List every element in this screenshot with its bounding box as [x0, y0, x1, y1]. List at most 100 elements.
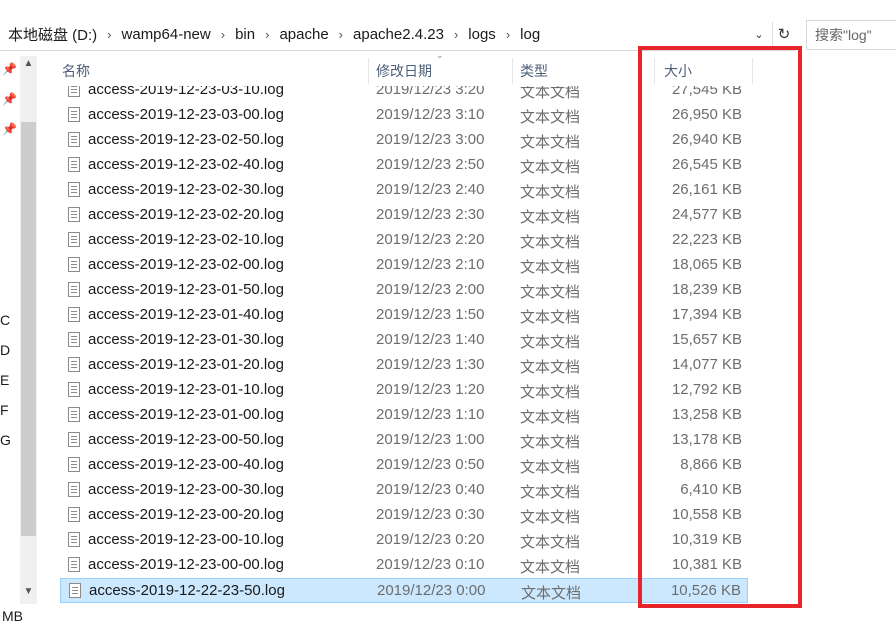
breadcrumb-item[interactable]: apache — [271, 26, 336, 43]
file-type: 文本文档 — [520, 109, 581, 126]
refresh-icon[interactable]: ↻ — [772, 22, 795, 46]
file-type: 文本文档 — [520, 209, 581, 226]
file-date: 2019/12/23 1:10 — [376, 406, 485, 423]
file-date: 2019/12/23 2:10 — [376, 256, 485, 273]
file-name: access-2019-12-23-01-50.log — [88, 281, 284, 298]
column-header-name[interactable]: 名称 — [62, 56, 362, 86]
text-file-icon — [68, 457, 80, 472]
highlight-box — [638, 46, 802, 608]
nav-scrollbar[interactable]: ▲ ▼ — [20, 56, 37, 604]
scroll-thumb[interactable] — [21, 122, 36, 536]
pin-icon[interactable]: 📌 — [2, 62, 17, 76]
file-name: access-2019-12-23-02-40.log — [88, 156, 284, 173]
text-file-icon — [68, 532, 80, 547]
breadcrumb-separator-icon[interactable]: › — [452, 27, 460, 42]
breadcrumb-separator-icon[interactable]: › — [504, 27, 512, 42]
breadcrumb-separator-icon[interactable]: › — [337, 27, 345, 42]
file-type: 文本文档 — [520, 534, 581, 551]
file-type: 文本文档 — [520, 259, 581, 276]
file-name: access-2019-12-23-00-30.log — [88, 481, 284, 498]
breadcrumb-separator-icon[interactable]: › — [219, 27, 227, 42]
file-type: 文本文档 — [520, 234, 581, 251]
text-file-icon — [68, 182, 80, 197]
scroll-down-icon[interactable]: ▼ — [20, 586, 37, 600]
file-date: 2019/12/23 0:00 — [377, 582, 486, 599]
breadcrumb-item[interactable]: bin — [227, 26, 263, 43]
pin-icon[interactable]: 📌 — [2, 122, 17, 136]
file-name: access-2019-12-23-01-20.log — [88, 356, 284, 373]
text-file-icon — [68, 482, 80, 497]
breadcrumb-item[interactable]: logs — [460, 26, 504, 43]
breadcrumb-item[interactable]: wamp64-new — [114, 26, 219, 43]
breadcrumb-item[interactable]: apache2.4.23 — [345, 26, 452, 43]
text-file-icon — [68, 107, 80, 122]
breadcrumb-item[interactable]: 本地磁盘 (D:) — [0, 24, 105, 45]
file-name: access-2019-12-23-00-40.log — [88, 456, 284, 473]
text-file-icon — [68, 332, 80, 347]
column-header-type[interactable]: 类型 — [520, 56, 630, 86]
navigation-pane[interactable]: 📌 📌 📌 C D E F G ▲ ▼ — [0, 56, 38, 623]
file-date: 2019/12/23 1:20 — [376, 381, 485, 398]
file-name: access-2019-12-23-01-40.log — [88, 306, 284, 323]
file-type: 文本文档 — [520, 309, 581, 326]
text-file-icon — [68, 507, 80, 522]
file-name: access-2019-12-23-02-00.log — [88, 256, 284, 273]
file-type: 文本文档 — [520, 459, 581, 476]
file-type: 文本文档 — [520, 484, 581, 501]
file-name: access-2019-12-23-00-20.log — [88, 506, 284, 523]
file-date: 2019/12/23 0:40 — [376, 481, 485, 498]
text-file-icon — [68, 407, 80, 422]
chevron-down-icon[interactable]: ⌄ — [748, 22, 770, 46]
file-type: 文本文档 — [520, 409, 581, 426]
text-file-icon — [69, 583, 81, 598]
file-type: 文本文档 — [520, 159, 581, 176]
nav-drive-d[interactable]: D — [0, 342, 10, 358]
file-name: access-2019-12-23-02-50.log — [88, 131, 284, 148]
text-file-icon — [68, 207, 80, 222]
file-name: access-2019-12-23-00-10.log — [88, 531, 284, 548]
breadcrumb-separator-icon[interactable]: › — [105, 27, 113, 42]
file-type: 文本文档 — [520, 509, 581, 526]
text-file-icon — [68, 157, 80, 172]
file-type: 文本文档 — [520, 334, 581, 351]
file-date: 2019/12/23 2:40 — [376, 181, 485, 198]
breadcrumb-separator-icon[interactable]: › — [263, 27, 271, 42]
search-input[interactable] — [807, 21, 896, 49]
file-name: access-2019-12-23-02-20.log — [88, 206, 284, 223]
text-file-icon — [68, 432, 80, 447]
file-date: 2019/12/23 2:00 — [376, 281, 485, 298]
file-date: 2019/12/23 0:30 — [376, 506, 485, 523]
text-file-icon — [68, 257, 80, 272]
nav-drive-f[interactable]: F — [0, 402, 9, 418]
file-type: 文本文档 — [520, 184, 581, 201]
column-divider[interactable] — [368, 58, 369, 84]
text-file-icon — [68, 357, 80, 372]
breadcrumb-item[interactable]: log — [512, 26, 548, 43]
file-name: access-2019-12-23-03-00.log — [88, 106, 284, 123]
file-name: access-2019-12-22-23-50.log — [89, 582, 285, 599]
nav-drive-c[interactable]: C — [0, 312, 10, 328]
file-date: 2019/12/23 3:00 — [376, 131, 485, 148]
nav-drive-g[interactable]: G — [0, 432, 11, 448]
text-file-icon — [68, 282, 80, 297]
file-type: 文本文档 — [521, 585, 582, 602]
file-date: 2019/12/23 2:20 — [376, 231, 485, 248]
nav-drive-e[interactable]: E — [0, 372, 9, 388]
file-date: 2019/12/23 0:10 — [376, 556, 485, 573]
file-date: 2019/12/23 0:50 — [376, 456, 485, 473]
pin-icon[interactable]: 📌 — [2, 92, 17, 106]
file-name: access-2019-12-23-01-30.log — [88, 331, 284, 348]
file-date: 2019/12/23 1:50 — [376, 306, 485, 323]
search-box[interactable] — [806, 20, 896, 50]
scroll-up-icon[interactable]: ▲ — [20, 58, 37, 72]
file-name: access-2019-12-23-00-00.log — [88, 556, 284, 573]
file-type: 文本文档 — [520, 384, 581, 401]
column-header-date[interactable]: 修改日期 — [376, 56, 506, 86]
file-date: 2019/12/23 0:20 — [376, 531, 485, 548]
text-file-icon — [68, 557, 80, 572]
text-file-icon — [68, 232, 80, 247]
file-date: 2019/12/23 2:50 — [376, 156, 485, 173]
column-divider[interactable] — [512, 58, 513, 84]
file-type: 文本文档 — [520, 359, 581, 376]
file-type: 文本文档 — [520, 284, 581, 301]
